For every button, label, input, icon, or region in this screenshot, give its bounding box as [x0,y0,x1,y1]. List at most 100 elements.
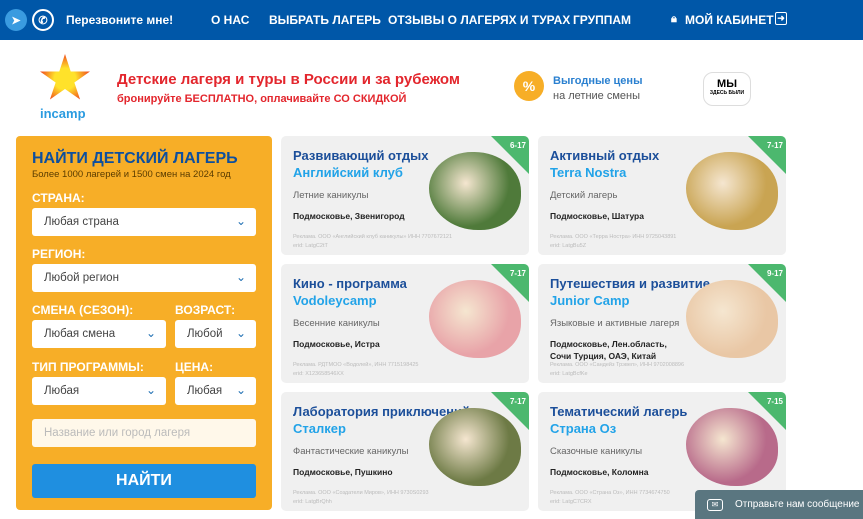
card-type: Весенние каникулы [293,318,380,329]
login-icon[interactable]: ➜ [775,12,787,25]
subheadline: бронируйте БЕСПЛАТНО, оплачивайте СО СКИ… [117,93,407,105]
erid-text: erid: LatgC2tT [293,243,328,249]
nav-about[interactable]: О НАС [211,13,249,27]
card-camp-name[interactable]: Terra Nostra [550,165,626,180]
nav-groups[interactable]: ГРУППАМ [573,13,631,27]
region-value: Любой регион [44,272,119,284]
season-label: СМЕНА (СЕЗОН): [32,303,134,317]
camp-name-input[interactable] [32,419,256,447]
callback-link[interactable]: Перезвоните мне! [66,13,173,27]
country-select[interactable]: Любая страна ⌄ [32,208,256,236]
country-value: Любая страна [44,216,119,228]
card-category: Развивающий отдых [293,148,429,163]
card-location: Подмосковье, Коломна [550,467,649,477]
chat-label: Отправьте нам сообщение [735,499,860,510]
we-were-here-badge[interactable]: МЫ ЗДЕСЬ БЫЛИ [703,72,751,106]
card-type: Фантастические каникулы [293,446,409,457]
age-select[interactable]: Любой ⌄ [175,320,256,348]
card-location: Подмосковье, Лен.область, Сочи Турция, О… [550,339,667,361]
erid-text: erid: LatgBcfKe [550,371,588,377]
promo-subtitle: на летние смены [553,90,641,102]
chevron-down-icon: ⌄ [145,326,156,340]
card-ad-disclaimer: Реклама. ООО «Терра Ностра» ИНН 97250438… [550,233,710,251]
card-category: Путешествия и развитие [550,276,710,291]
find-button[interactable]: НАЙТИ [32,464,256,498]
brand-name: incamp [40,106,86,121]
age-range: 6-17 [509,141,526,150]
top-nav: ➤ ✆ Перезвоните мне! О НАС ВЫБРАТЬ ЛАГЕР… [0,0,863,40]
erid-text: erid: LatgBrQhh [293,499,332,505]
age-range: 7-15 [766,397,783,406]
season-select[interactable]: Любая смена ⌄ [32,320,166,348]
card-type: Сказочные каникулы [550,446,643,457]
lock-icon: 🔒︎ [671,13,677,25]
age-range: 7-17 [509,397,526,406]
nav-reviews[interactable]: ОТЗЫВЫ О ЛАГЕРЯХ И ТУРАХ [388,13,570,27]
camp-card[interactable]: Путешествия и развитие Junior Camp Языко… [538,264,786,383]
camp-card[interactable]: Кино - программа Vodoleycamp Весенние ка… [281,264,529,383]
card-type: Языковые и активные лагеря [550,318,680,329]
erid-text: erid: LatgBu5Z [550,243,587,249]
program-type-select[interactable]: Любая ⌄ [32,377,166,405]
card-camp-name[interactable]: Страна Оз [550,421,616,436]
card-camp-name[interactable]: Сталкер [293,421,346,436]
camp-card[interactable]: Развивающий отдых Английский клуб Летние… [281,136,529,255]
card-ad-disclaimer: Реклама. ООО «Английский клуб каникулы» … [293,233,453,251]
logo[interactable]: incamp [36,54,96,124]
card-type: Детский лагерь [550,190,618,201]
badge-main: МЫ [717,78,737,90]
price-value: Любая [187,385,223,397]
card-ad-disclaimer: Реклама. ООО «Создатели Миров», ИНН 9730… [293,489,453,507]
ad-text: Реклама. ООО «Создатели Миров», ИНН 9730… [293,490,429,496]
phone-icon[interactable]: ✆ [32,9,54,31]
age-label: ВОЗРАСТ: [175,303,236,317]
search-subtitle: Более 1000 лагерей и 1500 смен на 2024 г… [32,169,231,180]
card-camp-name[interactable]: Английский клуб [293,165,403,180]
card-location: Подмосковье, Истра [293,339,380,349]
promo-title[interactable]: Выгодные цены [553,75,642,87]
age-range: 7-17 [509,269,526,278]
card-location: Подмосковье, Шатура [550,211,644,221]
card-location: Подмосковье, Звенигород [293,211,405,221]
country-label: СТРАНА: [32,191,85,205]
card-category: Активный отдых [550,148,660,163]
ad-text: Реклама. ООО «Английский клуб каникулы» … [293,234,453,240]
star-logo-icon [40,54,90,100]
chevron-down-icon: ⌄ [235,214,246,228]
camp-card[interactable]: Лаборатория приключений Сталкер Фантасти… [281,392,529,511]
telegram-icon[interactable]: ➤ [5,9,27,31]
ad-text: Реклама. ООО «Сандейз Трэвел», ИНН 97020… [550,362,685,368]
chevron-down-icon: ⌄ [145,383,156,397]
program-type-label: ТИП ПРОГРАММЫ: [32,360,144,374]
age-value: Любой [187,328,223,340]
card-type: Летние каникулы [293,190,369,201]
discount-icon: % [514,71,544,101]
mail-icon: ✉ [707,498,723,511]
region-select[interactable]: Любой регион ⌄ [32,264,256,292]
camp-card[interactable]: Активный отдых Terra Nostra Детский лаге… [538,136,786,255]
card-location: Подмосковье, Пушкино [293,467,393,477]
ad-text: Реклама. ООО «Терра Ностра» ИНН 97250438… [550,234,677,240]
ad-text: Реклама. ООО «Страна Оз», ИНН 7734674750 [550,490,670,496]
age-range: 7-17 [766,141,783,150]
card-ad-disclaimer: Реклама. ООО «Сандейз Трэвел», ИНН 97020… [550,361,710,379]
nav-choose-camp[interactable]: ВЫБРАТЬ ЛАГЕРЬ [269,13,381,27]
ad-text: Реклама. РДТМОО «Водолей», ИНН 771519842… [293,362,419,368]
cabinet-link[interactable]: МОЙ КАБИНЕТ [685,13,774,27]
program-type-value: Любая [44,385,80,397]
search-title: НАЙТИ ДЕТСКИЙ ЛАГЕРЬ [32,150,238,167]
price-label: ЦЕНА: [175,360,214,374]
price-select[interactable]: Любая ⌄ [175,377,256,405]
send-message-button[interactable]: ✉ Отправьте нам сообщение [695,490,863,519]
card-ad-disclaimer: Реклама. ООО «Страна Оз», ИНН 7734674750… [550,489,710,507]
card-category: Тематический лагерь [550,404,688,419]
card-camp-name[interactable]: Junior Camp [550,293,629,308]
card-camp-name[interactable]: Vodoleycamp [293,293,377,308]
badge-sub: ЗДЕСЬ БЫЛИ [709,90,745,96]
card-ad-disclaimer: Реклама. РДТМОО «Водолей», ИНН 771519842… [293,361,453,379]
camp-search-panel: НАЙТИ ДЕТСКИЙ ЛАГЕРЬ Более 1000 лагерей … [16,136,272,510]
region-label: РЕГИОН: [32,247,86,261]
season-value: Любая смена [44,328,116,340]
erid-text: erid: X123658546XX [293,371,344,377]
chevron-down-icon: ⌄ [235,326,246,340]
